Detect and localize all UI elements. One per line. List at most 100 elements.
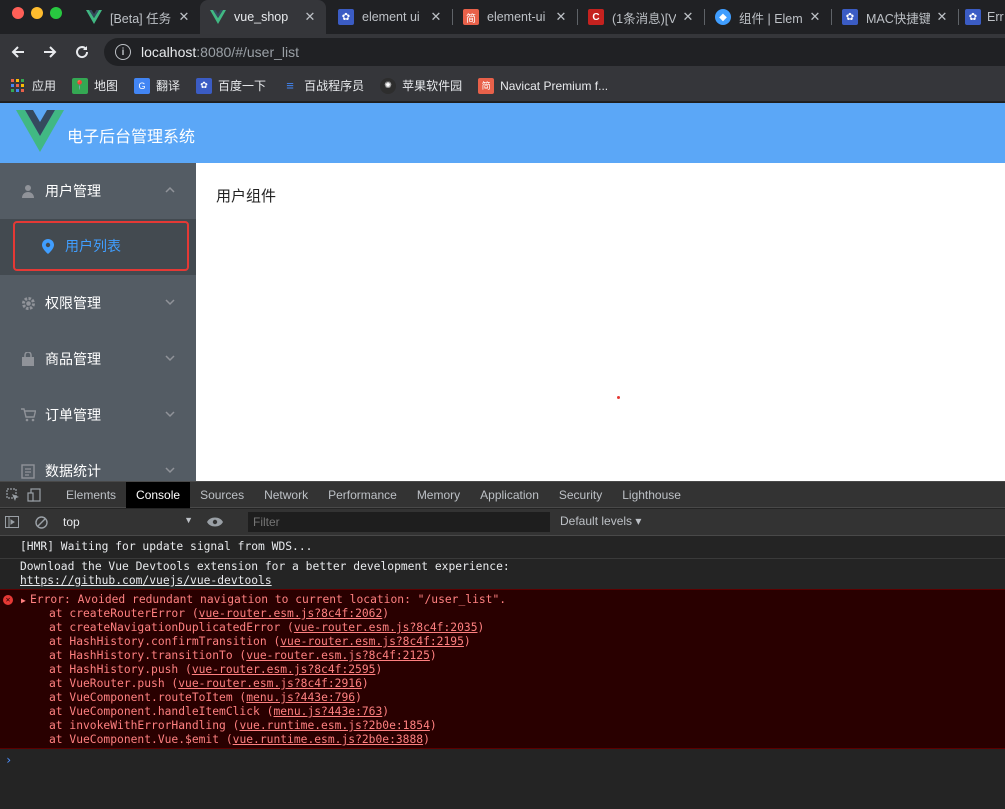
bookmark-apps[interactable]: 应用 xyxy=(10,77,56,94)
frame-source-link[interactable]: vue-router.esm.js?8c4f:2195 xyxy=(280,635,464,648)
device-toolbar-icon[interactable] xyxy=(26,487,42,503)
tab-mac-shortcuts[interactable]: ✿ MAC快捷键 ✕ xyxy=(832,0,958,34)
frame-source-link[interactable]: vue.runtime.esm.js?2b0e:3888 xyxy=(233,733,423,746)
context-selector[interactable]: top ▼ xyxy=(63,515,193,529)
tab-performance[interactable]: Performance xyxy=(318,482,407,508)
translate-icon: G xyxy=(134,77,151,94)
tab-application[interactable]: Application xyxy=(470,482,549,508)
frame-source-link[interactable]: vue-router.esm.js?8c4f:2595 xyxy=(192,663,376,676)
address-bar[interactable]: i localhost :8080/#/user_list xyxy=(104,38,1005,66)
menu-user-management[interactable]: 用户管理 xyxy=(0,163,196,219)
apple-soft-icon: ✺ xyxy=(380,77,397,94)
bookmark-translate[interactable]: G 翻译 xyxy=(134,77,180,94)
tab-title: Err xyxy=(987,10,1004,24)
tab-err[interactable]: ✿ Err xyxy=(959,0,1005,34)
frame-source-link[interactable]: menu.js?443e:763 xyxy=(273,705,382,718)
url-path: :8080/#/user_list xyxy=(196,44,299,60)
inspect-element-icon[interactable] xyxy=(5,487,21,503)
frame-end: ) xyxy=(423,733,430,746)
tab-title: element-ui xyxy=(487,10,546,24)
csdn-icon: C xyxy=(588,9,604,25)
browser-toolbar: i localhost :8080/#/user_list xyxy=(0,34,1005,70)
bookmark-navicat[interactable]: 简 Navicat Premium f... xyxy=(478,77,608,94)
frame-end: ) xyxy=(361,677,369,690)
vue-devtools-link[interactable]: https://github.com/vuejs/vue-devtools xyxy=(20,574,1000,588)
eye-icon[interactable] xyxy=(207,514,223,530)
tab-element-component[interactable]: ◆ 组件 | Elem ✕ xyxy=(705,0,831,34)
tab-title: [Beta] 任务 xyxy=(110,11,172,26)
tab-title: vue_shop xyxy=(234,10,289,24)
bookmark-baidu[interactable]: ✿ 百度一下 xyxy=(196,77,266,94)
chevron-down-icon xyxy=(164,352,176,364)
frame-source-link[interactable]: vue.runtime.esm.js?2b0e:1854 xyxy=(239,719,429,732)
frame-function: at HashHistory.confirmTransition ( xyxy=(49,635,281,648)
default-levels-dropdown[interactable]: Default levels ▾ xyxy=(560,514,641,528)
devtools-tabs: Elements Console Sources Network Perform… xyxy=(0,481,1005,508)
frame-source-link[interactable]: vue-router.esm.js?8c4f:2062 xyxy=(199,607,383,620)
tab-element-ui[interactable]: ✿ element ui ✕ xyxy=(328,0,452,34)
bookmark-label: 地图 xyxy=(94,79,119,93)
element-icon: ◆ xyxy=(715,9,731,25)
frame-source-link[interactable]: vue-router.esm.js?8c4f:2125 xyxy=(246,649,430,662)
tab-network[interactable]: Network xyxy=(254,482,318,508)
context-value: top xyxy=(63,515,80,529)
close-tab-icon[interactable]: ✕ xyxy=(428,9,444,25)
stack-frame: at HashHistory.push (vue-router.esm.js?8… xyxy=(49,663,382,677)
menu-goods-management[interactable]: 商品管理 xyxy=(0,331,196,387)
caret-down-icon: ▼ xyxy=(184,515,193,525)
bookmark-baizhan[interactable]: ≡ 百战程序员 xyxy=(282,77,364,94)
tab-beta-task[interactable]: [Beta] 任务 ✕ xyxy=(76,0,200,34)
menu-permission-management[interactable]: 权限管理 xyxy=(0,275,196,331)
browser-window: [Beta] 任务 ✕ vue_shop ✕ ✿ element ui ✕ 简 … xyxy=(0,0,1005,809)
info-icon[interactable]: i xyxy=(115,44,131,60)
back-arrow-icon[interactable] xyxy=(6,40,30,64)
frame-source-link[interactable]: vue-router.esm.js?8c4f:2035 xyxy=(294,621,478,634)
stack-frame: at invokeWithErrorHandling (vue.runtime.… xyxy=(49,719,437,733)
close-tab-icon[interactable]: ✕ xyxy=(934,9,950,25)
zoom-window-button[interactable] xyxy=(50,7,62,19)
tab-security[interactable]: Security xyxy=(549,482,612,508)
sidebar-toggle-icon[interactable] xyxy=(4,514,20,530)
console-log-devtools: Download the Vue Devtools extension for … xyxy=(20,560,510,573)
menu-label: 用户管理 xyxy=(45,183,101,199)
clear-console-icon[interactable] xyxy=(33,514,49,530)
close-tab-icon[interactable]: ✕ xyxy=(680,9,696,25)
close-tab-icon[interactable]: ✕ xyxy=(553,9,569,25)
frame-function: at VueRouter.push ( xyxy=(49,677,179,690)
bookmark-maps[interactable]: 📍 地图 xyxy=(72,77,118,94)
chevron-down-icon xyxy=(164,408,176,420)
tab-elements[interactable]: Elements xyxy=(56,482,126,508)
frame-source-link[interactable]: menu.js?443e:796 xyxy=(246,691,355,704)
expand-triangle-icon[interactable]: ▶ xyxy=(21,594,26,608)
minimize-window-button[interactable] xyxy=(31,7,43,19)
close-tab-icon[interactable]: ✕ xyxy=(176,9,192,25)
menu-order-management[interactable]: 订单管理 xyxy=(0,387,196,443)
filter-input[interactable] xyxy=(248,512,550,532)
tab-element-ui-2[interactable]: 简 element-ui ✕ xyxy=(453,0,577,34)
close-tab-icon[interactable]: ✕ xyxy=(302,9,318,25)
bookmark-apple-soft[interactable]: ✺ 苹果软件园 xyxy=(380,77,462,94)
tab-csdn[interactable]: C (1条消息)[V ✕ xyxy=(578,0,704,34)
close-window-button[interactable] xyxy=(12,7,24,19)
tab-memory[interactable]: Memory xyxy=(407,482,470,508)
menu-statistics[interactable]: 数据统计 xyxy=(0,443,196,481)
forward-arrow-icon[interactable] xyxy=(38,40,62,64)
app-title: 电子后台管理系统 xyxy=(67,129,196,146)
menu-user-list[interactable]: 用户列表 xyxy=(13,221,189,271)
submenu-user: 用户列表 xyxy=(0,219,196,275)
frame-source-link[interactable]: vue-router.esm.js?8c4f:2916 xyxy=(178,677,362,690)
red-dot xyxy=(617,396,620,399)
tab-vue-shop[interactable]: vue_shop ✕ xyxy=(200,0,326,34)
reload-icon[interactable] xyxy=(70,40,94,64)
console-prompt-icon[interactable]: › xyxy=(5,753,12,767)
user-component-text: 用户组件 xyxy=(216,188,277,205)
frame-function: at VueComponent.handleItemClick ( xyxy=(49,705,274,718)
tab-sources[interactable]: Sources xyxy=(190,482,254,508)
tab-console[interactable]: Console xyxy=(126,481,191,508)
frame-end: ) xyxy=(429,719,437,732)
tab-lighthouse[interactable]: Lighthouse xyxy=(612,482,691,508)
console-toolbar: top ▼ Default levels ▾ xyxy=(0,509,1005,536)
paw-icon: ✿ xyxy=(965,9,981,25)
bookmark-label: 百度一下 xyxy=(218,79,267,93)
close-tab-icon[interactable]: ✕ xyxy=(807,9,823,25)
